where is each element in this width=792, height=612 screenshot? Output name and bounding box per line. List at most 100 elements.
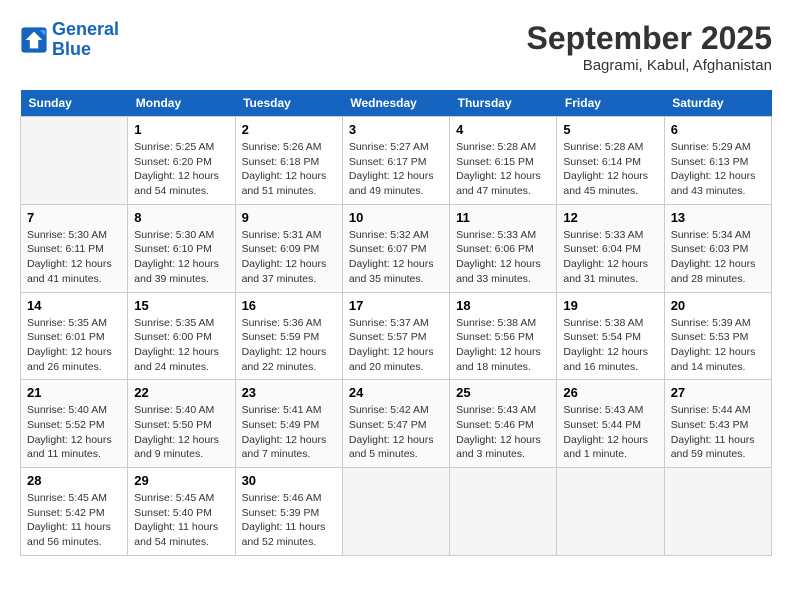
weekday-header-cell: Friday [557,90,664,117]
day-info: Sunrise: 5:38 AM Sunset: 5:54 PM Dayligh… [563,316,657,375]
calendar-day-cell: 3Sunrise: 5:27 AM Sunset: 6:17 PM Daylig… [342,117,449,205]
calendar-day-cell: 5Sunrise: 5:28 AM Sunset: 6:14 PM Daylig… [557,117,664,205]
day-info: Sunrise: 5:37 AM Sunset: 5:57 PM Dayligh… [349,316,443,375]
day-info: Sunrise: 5:35 AM Sunset: 6:00 PM Dayligh… [134,316,228,375]
calendar-day-cell: 9 Sunrise: 5:31 AM Sunset: 6:09 PM Daylig… [235,204,342,292]
day-number: 26 [563,385,657,400]
day-number: 21 [27,385,121,400]
weekday-header-cell: Saturday [664,90,771,117]
day-number: 30 [242,473,336,488]
day-info: Sunrise: 5:42 AM Sunset: 5:47 PM Dayligh… [349,403,443,462]
calendar-day-cell: 23 Sunrise: 5:41 AM Sunset: 5:49 PM Dayli… [235,380,342,468]
logo: General Blue [20,20,119,60]
day-info: Sunrise: 5:40 AM Sunset: 5:52 PM Dayligh… [27,403,121,462]
calendar-table: SundayMondayTuesdayWednesdayThursdayFrid… [20,90,772,556]
calendar-day-cell: 29 Sunrise: 5:45 AM Sunset: 5:40 PM Dayli… [128,468,235,556]
day-number: 11 [456,210,550,225]
weekday-header-cell: Thursday [450,90,557,117]
calendar-day-cell: 21 Sunrise: 5:40 AM Sunset: 5:52 PM Dayli… [21,380,128,468]
calendar-day-cell: 28 Sunrise: 5:45 AM Sunset: 5:42 PM Dayli… [21,468,128,556]
day-number: 6 [671,122,765,137]
calendar-day-cell: 30 Sunrise: 5:46 AM Sunset: 5:39 PM Dayli… [235,468,342,556]
calendar-day-cell [21,117,128,205]
calendar-day-cell: 16 Sunrise: 5:36 AM Sunset: 5:59 PM Dayli… [235,292,342,380]
day-number: 8 [134,210,228,225]
day-number: 15 [134,298,228,313]
calendar-day-cell [557,468,664,556]
day-info: Sunrise: 5:38 AM Sunset: 5:56 PM Dayligh… [456,316,550,375]
day-number: 4 [456,122,550,137]
calendar-day-cell: 13Sunrise: 5:34 AM Sunset: 6:03 PM Dayli… [664,204,771,292]
calendar-day-cell: 20 Sunrise: 5:39 AM Sunset: 5:53 PM Dayli… [664,292,771,380]
location-subtitle: Bagrami, Kabul, Afghanistan [527,57,772,74]
calendar-day-cell: 6 Sunrise: 5:29 AM Sunset: 6:13 PM Daylig… [664,117,771,205]
day-number: 27 [671,385,765,400]
day-info: Sunrise: 5:46 AM Sunset: 5:39 PM Dayligh… [242,491,336,550]
calendar-week-row: 28 Sunrise: 5:45 AM Sunset: 5:42 PM Dayli… [21,468,772,556]
day-info: Sunrise: 5:34 AM Sunset: 6:03 PM Dayligh… [671,228,765,287]
calendar-day-cell: 17 Sunrise: 5:37 AM Sunset: 5:57 PM Dayli… [342,292,449,380]
day-number: 19 [563,298,657,313]
month-title: September 2025 [527,20,772,57]
calendar-day-cell: 1Sunrise: 5:25 AM Sunset: 6:20 PM Daylig… [128,117,235,205]
day-info: Sunrise: 5:43 AM Sunset: 5:44 PM Dayligh… [563,403,657,462]
day-number: 10 [349,210,443,225]
day-info: Sunrise: 5:33 AM Sunset: 6:06 PM Dayligh… [456,228,550,287]
calendar-day-cell: 26 Sunrise: 5:43 AM Sunset: 5:44 PM Dayli… [557,380,664,468]
calendar-day-cell [342,468,449,556]
day-number: 20 [671,298,765,313]
day-number: 7 [27,210,121,225]
day-number: 14 [27,298,121,313]
weekday-header-cell: Tuesday [235,90,342,117]
day-number: 2 [242,122,336,137]
day-number: 18 [456,298,550,313]
calendar-day-cell: 10 Sunrise: 5:32 AM Sunset: 6:07 PM Dayli… [342,204,449,292]
day-info: Sunrise: 5:39 AM Sunset: 5:53 PM Dayligh… [671,316,765,375]
day-number: 9 [242,210,336,225]
day-number: 22 [134,385,228,400]
day-info: Sunrise: 5:40 AM Sunset: 5:50 PM Dayligh… [134,403,228,462]
day-info: Sunrise: 5:30 AM Sunset: 6:10 PM Dayligh… [134,228,228,287]
calendar-body: 1Sunrise: 5:25 AM Sunset: 6:20 PM Daylig… [21,117,772,556]
calendar-day-cell: 27Sunrise: 5:44 AM Sunset: 5:43 PM Dayli… [664,380,771,468]
calendar-day-cell: 14 Sunrise: 5:35 AM Sunset: 6:01 PM Dayli… [21,292,128,380]
day-number: 25 [456,385,550,400]
day-info: Sunrise: 5:32 AM Sunset: 6:07 PM Dayligh… [349,228,443,287]
calendar-day-cell: 25Sunrise: 5:43 AM Sunset: 5:46 PM Dayli… [450,380,557,468]
day-info: Sunrise: 5:36 AM Sunset: 5:59 PM Dayligh… [242,316,336,375]
day-number: 17 [349,298,443,313]
logo-text: General Blue [52,20,119,60]
calendar-day-cell: 15 Sunrise: 5:35 AM Sunset: 6:00 PM Dayli… [128,292,235,380]
calendar-day-cell: 18 Sunrise: 5:38 AM Sunset: 5:56 PM Dayli… [450,292,557,380]
day-number: 28 [27,473,121,488]
day-info: Sunrise: 5:33 AM Sunset: 6:04 PM Dayligh… [563,228,657,287]
day-info: Sunrise: 5:27 AM Sunset: 6:17 PM Dayligh… [349,140,443,199]
day-info: Sunrise: 5:26 AM Sunset: 6:18 PM Dayligh… [242,140,336,199]
calendar-day-cell: 8 Sunrise: 5:30 AM Sunset: 6:10 PM Daylig… [128,204,235,292]
day-info: Sunrise: 5:45 AM Sunset: 5:40 PM Dayligh… [134,491,228,550]
calendar-week-row: 7Sunrise: 5:30 AM Sunset: 6:11 PM Daylig… [21,204,772,292]
day-info: Sunrise: 5:45 AM Sunset: 5:42 PM Dayligh… [27,491,121,550]
day-info: Sunrise: 5:31 AM Sunset: 6:09 PM Dayligh… [242,228,336,287]
weekday-header-cell: Sunday [21,90,128,117]
calendar-day-cell: 24Sunrise: 5:42 AM Sunset: 5:47 PM Dayli… [342,380,449,468]
calendar-day-cell [664,468,771,556]
logo-icon [20,26,48,54]
calendar-day-cell: 19 Sunrise: 5:38 AM Sunset: 5:54 PM Dayli… [557,292,664,380]
day-info: Sunrise: 5:29 AM Sunset: 6:13 PM Dayligh… [671,140,765,199]
day-info: Sunrise: 5:25 AM Sunset: 6:20 PM Dayligh… [134,140,228,199]
day-info: Sunrise: 5:28 AM Sunset: 6:15 PM Dayligh… [456,140,550,199]
day-number: 23 [242,385,336,400]
page-header: General Blue September 2025 Bagrami, Kab… [20,20,772,74]
calendar-week-row: 21 Sunrise: 5:40 AM Sunset: 5:52 PM Dayli… [21,380,772,468]
weekday-header-cell: Wednesday [342,90,449,117]
calendar-day-cell [450,468,557,556]
calendar-day-cell: 22 Sunrise: 5:40 AM Sunset: 5:50 PM Dayli… [128,380,235,468]
calendar-week-row: 1Sunrise: 5:25 AM Sunset: 6:20 PM Daylig… [21,117,772,205]
day-number: 16 [242,298,336,313]
day-info: Sunrise: 5:41 AM Sunset: 5:49 PM Dayligh… [242,403,336,462]
day-info: Sunrise: 5:35 AM Sunset: 6:01 PM Dayligh… [27,316,121,375]
day-number: 29 [134,473,228,488]
calendar-day-cell: 2 Sunrise: 5:26 AM Sunset: 6:18 PM Daylig… [235,117,342,205]
calendar-day-cell: 12Sunrise: 5:33 AM Sunset: 6:04 PM Dayli… [557,204,664,292]
